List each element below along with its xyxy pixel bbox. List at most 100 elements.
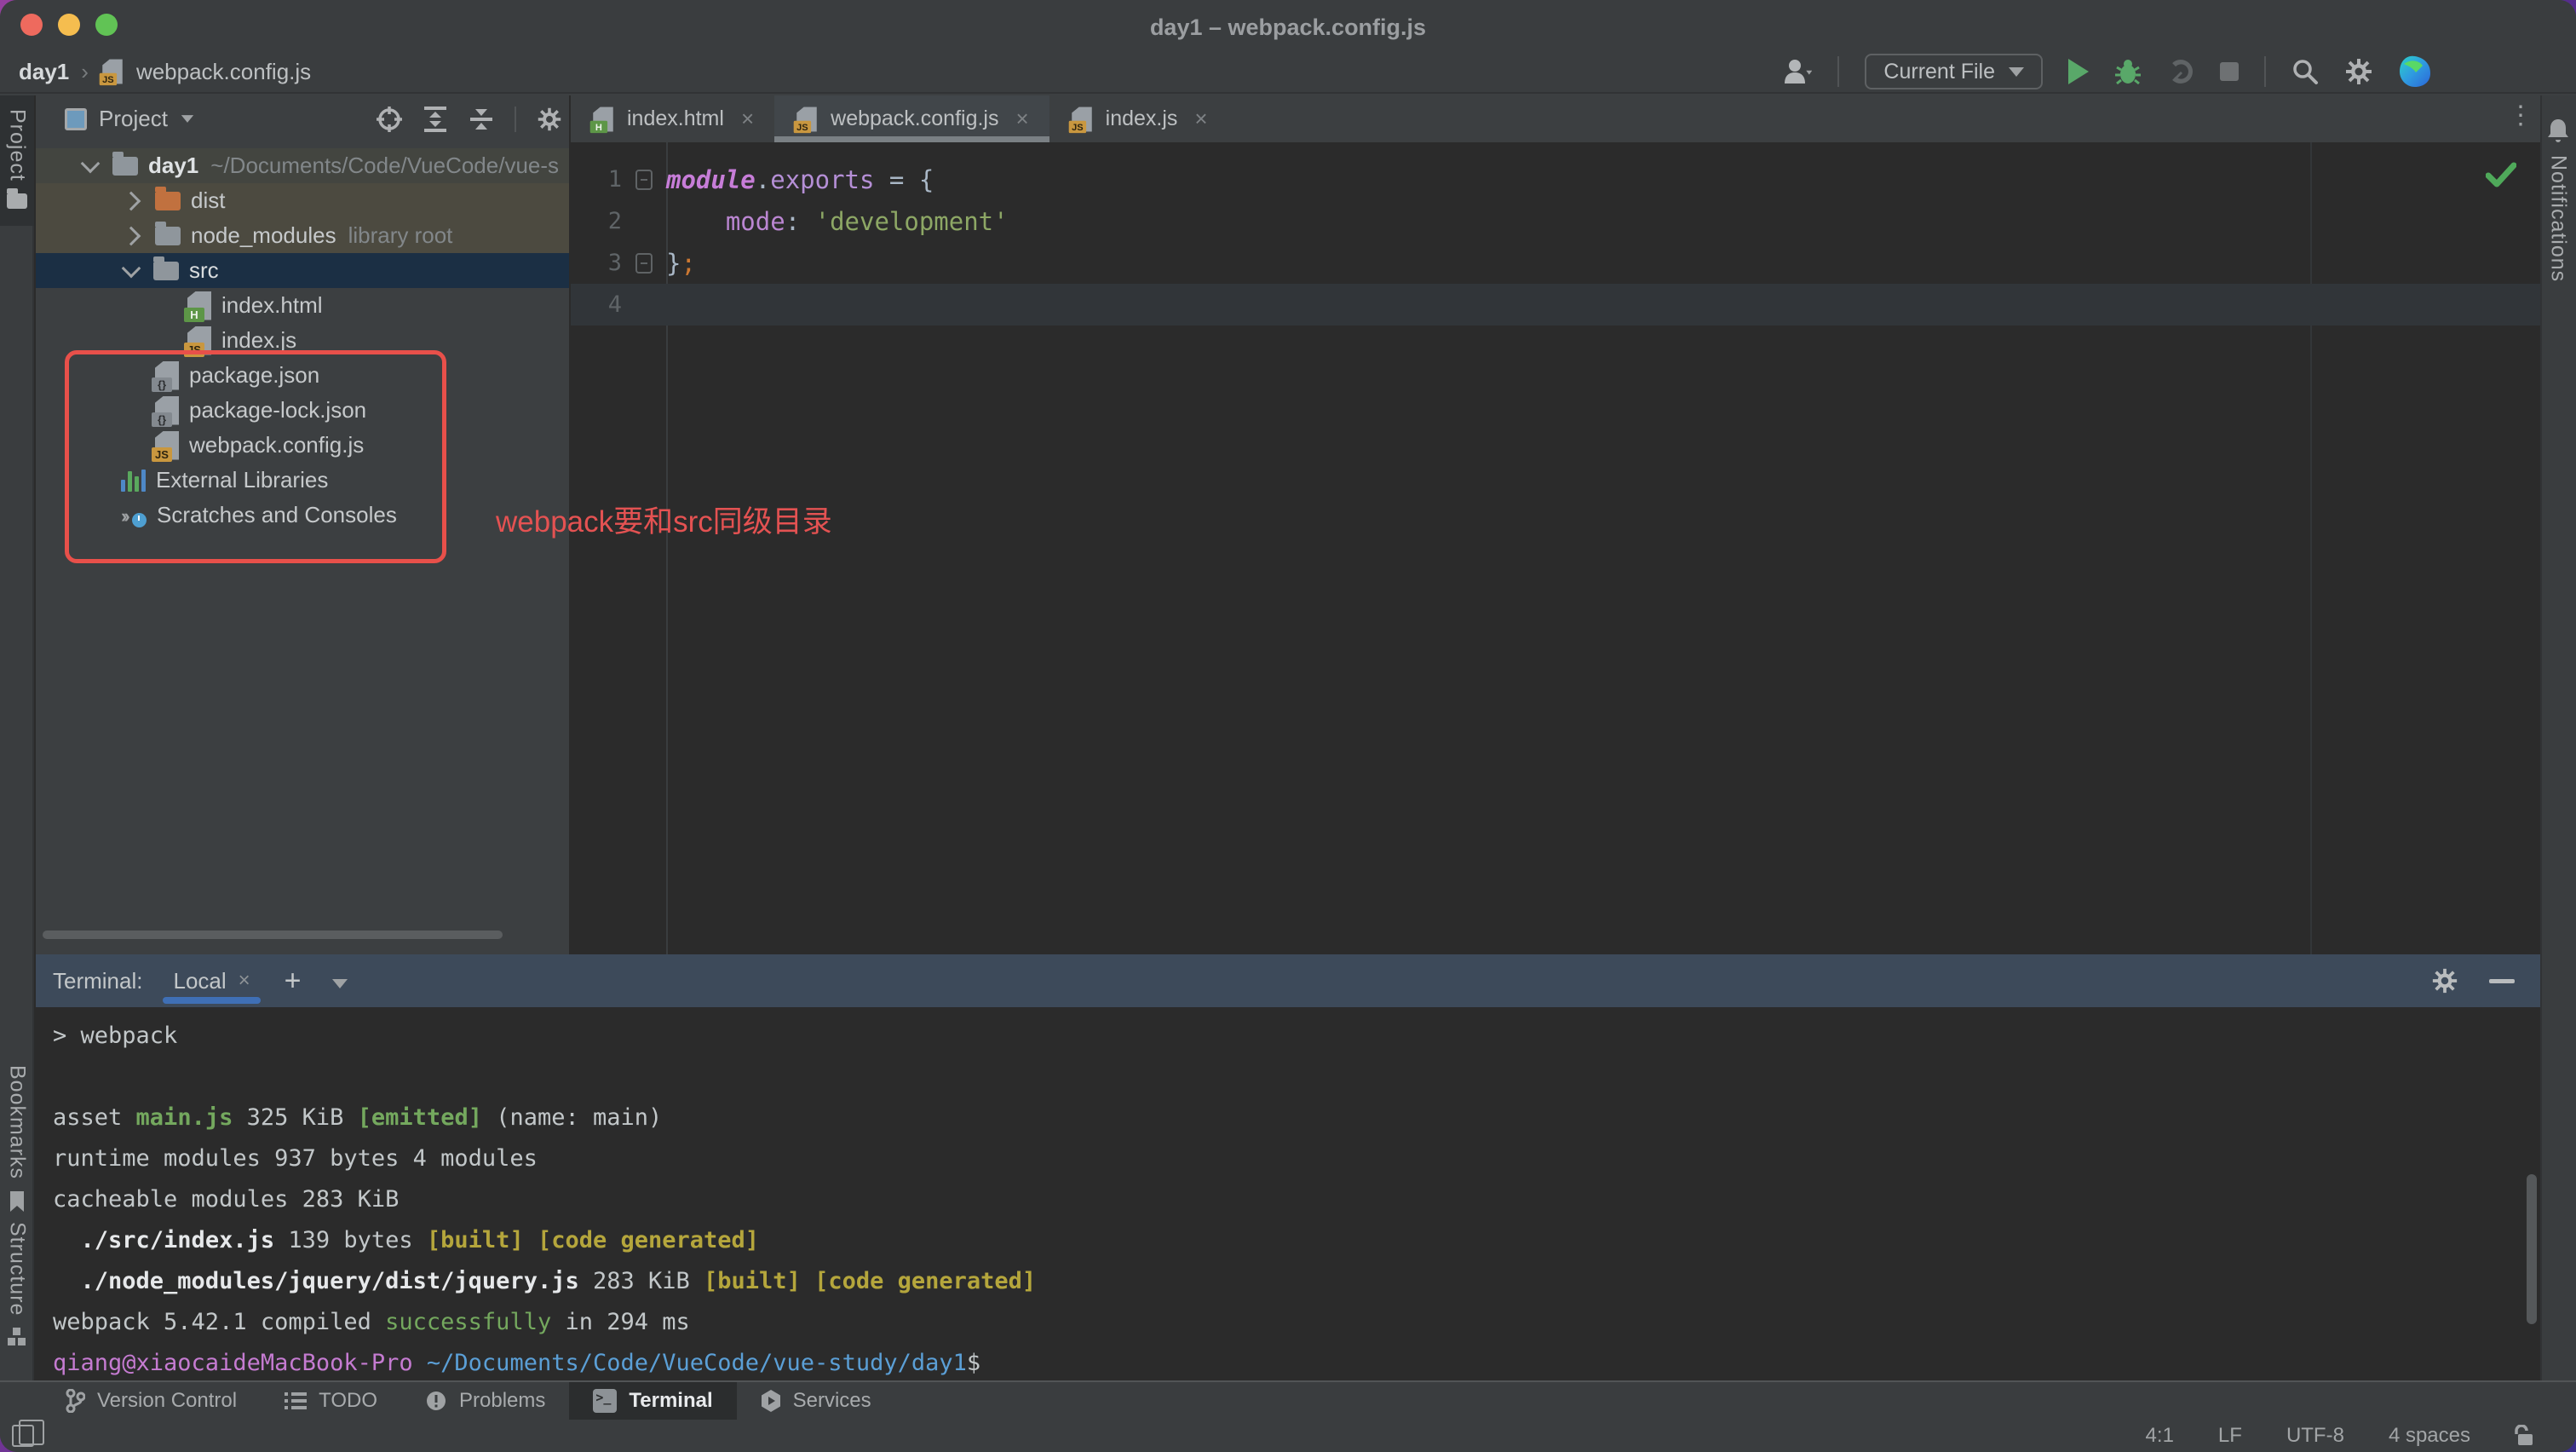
new-terminal-session-button[interactable]: +	[285, 965, 302, 998]
run-configuration-select[interactable]: Current File	[1865, 54, 2043, 89]
code-line-1: 1 module. exports = {	[571, 158, 2540, 200]
structure-stripe-label: Structure	[5, 1222, 30, 1317]
chevron-collapsed-icon[interactable]	[121, 191, 141, 210]
code-editor[interactable]: 1 module. exports = { 2 mode: 'developmen…	[571, 142, 2540, 954]
terminal-settings-gear-icon[interactable]	[2431, 967, 2458, 994]
problems-icon	[425, 1390, 447, 1412]
breadcrumb-file[interactable]: webpack.config.js	[136, 59, 311, 85]
project-view-select[interactable]: Project	[65, 106, 195, 132]
inspections-ok-icon[interactable]	[2486, 162, 2516, 187]
chevron-expanded-icon[interactable]	[121, 258, 141, 278]
close-tab-icon[interactable]: ×	[1194, 106, 1207, 132]
horizontal-scrollbar[interactable]	[43, 931, 503, 939]
terminal-line: > webpack	[53, 1023, 178, 1049]
folder-excluded-icon	[155, 186, 181, 210]
collapse-all-icon[interactable]	[469, 106, 494, 133]
terminal-prompt-line: qiang@xiaocaideMacBook-Pro ~/Documents/C…	[53, 1350, 981, 1376]
html-file-icon: H	[589, 107, 613, 133]
window-layouts-icon[interactable]	[12, 1420, 44, 1447]
tab-index-html[interactable]: H index.html ×	[571, 95, 774, 142]
status-bar: 4:1 LF UTF-8 4 spaces	[0, 1420, 2576, 1452]
tool-window-button-bookmarks[interactable]: Bookmarks	[0, 1065, 34, 1213]
todo-list-icon	[285, 1391, 308, 1411]
tool-window-button-version-control[interactable]: Version Control	[41, 1382, 261, 1420]
terminal-tab-local[interactable]: Local ×	[163, 954, 261, 1007]
locate-file-icon[interactable]	[377, 106, 402, 132]
annotation-highlight-box	[65, 350, 446, 563]
code-line-4-current: 4	[571, 284, 2540, 326]
project-view-icon	[65, 107, 87, 130]
run-configuration-label: Current File	[1883, 59, 1995, 84]
line-ending[interactable]: LF	[2218, 1424, 2242, 1448]
terminal-line: runtime modules 937 bytes 4 modules	[53, 1145, 538, 1172]
terminal-scrollbar[interactable]	[2527, 1174, 2537, 1324]
structure-icon	[8, 1328, 26, 1346]
run-button[interactable]	[2068, 59, 2089, 84]
fold-marker-icon[interactable]	[635, 169, 653, 190]
settings-gear-icon[interactable]	[2344, 57, 2373, 86]
breadcrumb-separator: ›	[81, 58, 89, 84]
branch-icon	[65, 1389, 85, 1413]
editor-tab-bar: H index.html × JS webpack.config.js × JS…	[571, 95, 2540, 142]
tool-window-button-structure[interactable]: Structure	[0, 1222, 34, 1346]
toolbar-divider	[2264, 56, 2266, 87]
tool-window-button-terminal[interactable]: Terminal	[569, 1382, 737, 1420]
chevron-down-icon	[181, 115, 194, 123]
tool-window-button-project[interactable]: Project	[0, 95, 34, 226]
tree-item-src[interactable]: src	[36, 253, 569, 288]
panel-settings-gear-icon[interactable]	[537, 107, 562, 132]
terminal-line: ./node_modules/jquery/dist/jquery.js 283…	[80, 1268, 1037, 1294]
tool-window-button-problems[interactable]: Problems	[401, 1382, 569, 1420]
html-file-icon: H	[184, 291, 211, 322]
project-path: ~/Documents/Code/VueCode/vue-s	[210, 153, 560, 178]
close-terminal-tab-icon[interactable]: ×	[239, 969, 250, 993]
tree-item-index-html[interactable]: H index.html	[36, 288, 569, 323]
terminal-sessions-chevron-icon[interactable]	[331, 968, 348, 994]
debug-button[interactable]	[2114, 57, 2142, 86]
terminal-output[interactable]: > webpack asset main.js 325 KiB [emitted…	[53, 1007, 2540, 1380]
line-number: 1	[607, 166, 622, 193]
breadcrumb-project[interactable]: day1	[19, 59, 69, 85]
notifications-stripe-label: Notifications	[2546, 155, 2571, 283]
tree-item-dist[interactable]: dist	[36, 183, 569, 218]
stop-button-disabled	[2220, 62, 2239, 81]
tool-window-button-todo[interactable]: TODO	[261, 1382, 401, 1420]
hide-terminal-icon[interactable]	[2489, 978, 2515, 983]
terminal-line: asset main.js 325 KiB [emitted] (name: m…	[53, 1104, 663, 1131]
lock-open-icon[interactable]	[2515, 1425, 2535, 1447]
tool-window-button-notifications[interactable]: Notifications	[2540, 118, 2576, 282]
tab-webpack-config-js[interactable]: JS webpack.config.js ×	[774, 95, 1049, 142]
terminal-line: webpack 5.42.1 compiled successfully in …	[53, 1309, 690, 1335]
tab-index-js[interactable]: JS index.js ×	[1049, 95, 1228, 142]
user-account-icon[interactable]	[1783, 58, 1813, 85]
fold-marker-icon[interactable]	[635, 252, 653, 274]
tab-list-more-icon[interactable]: ⋮	[2508, 101, 2533, 130]
js-file-icon: JS	[99, 59, 123, 86]
tree-item-day1[interactable]: day1 ~/Documents/Code/VueCode/vue-s	[36, 148, 569, 183]
close-tab-icon[interactable]: ×	[741, 106, 754, 132]
caret-position[interactable]: 4:1	[2146, 1424, 2174, 1448]
project-stripe-label: Project	[5, 109, 30, 182]
tree-item-node-modules[interactable]: node_modules library root	[36, 218, 569, 253]
chevron-expanded-icon[interactable]	[80, 153, 101, 173]
line-number: 2	[607, 208, 622, 234]
chevron-collapsed-icon[interactable]	[121, 226, 141, 245]
project-view-label: Project	[99, 106, 168, 131]
js-file-icon: JS	[1068, 107, 1092, 133]
expand-all-icon[interactable]	[423, 106, 448, 133]
tool-window-button-services[interactable]: Services	[737, 1382, 895, 1420]
ide-window: day1 – webpack.config.js day1 › JS webpa…	[0, 0, 2576, 1452]
project-panel-header: Project	[36, 95, 569, 142]
project-folder-icon	[7, 187, 27, 209]
indent-setting[interactable]: 4 spaces	[2389, 1424, 2470, 1448]
breadcrumb[interactable]: day1 › JS webpack.config.js	[19, 51, 311, 92]
bookmark-icon	[9, 1191, 26, 1213]
close-tab-icon[interactable]: ×	[1015, 106, 1028, 132]
navigation-bar: day1 › JS webpack.config.js Current File	[0, 51, 2576, 94]
search-everywhere-icon[interactable]	[2291, 58, 2319, 85]
line-number: 4	[607, 291, 622, 318]
terminal-panel: Terminal: Local × + > webpack asset main…	[36, 954, 2540, 1380]
library-root-label: library root	[348, 222, 453, 248]
file-encoding[interactable]: UTF-8	[2286, 1424, 2344, 1448]
